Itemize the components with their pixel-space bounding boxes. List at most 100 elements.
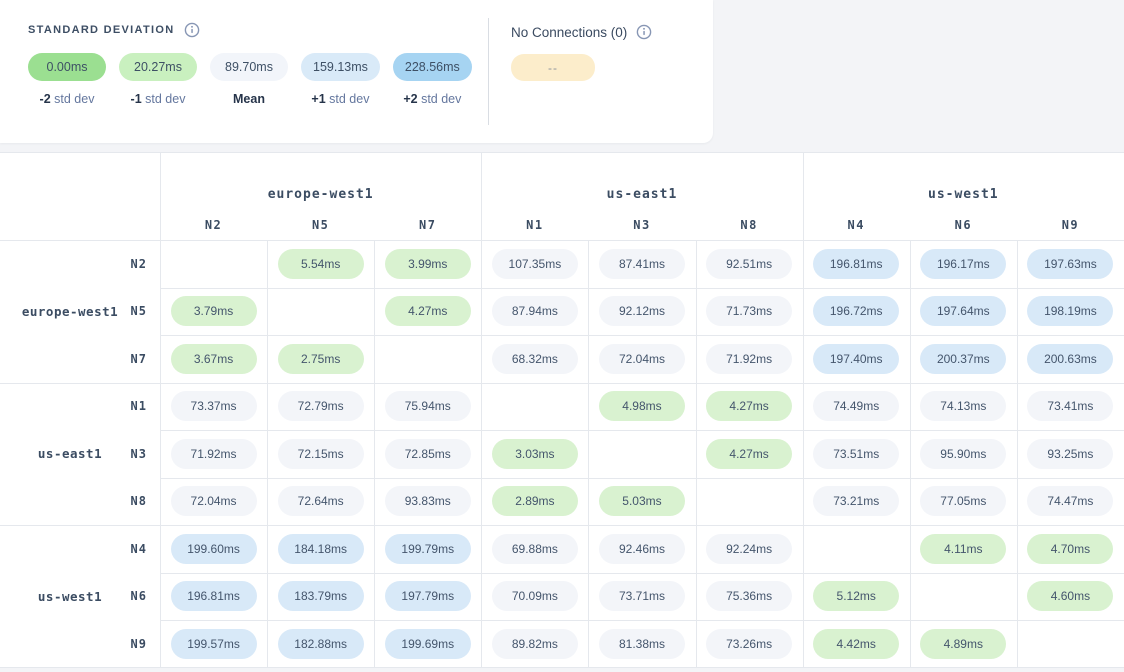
- latency-pill[interactable]: 197.63ms: [1027, 249, 1113, 279]
- latency-cell[interactable]: 93.25ms: [1017, 430, 1124, 478]
- latency-pill[interactable]: 200.63ms: [1027, 344, 1113, 374]
- latency-pill[interactable]: 199.69ms: [385, 629, 471, 659]
- latency-pill[interactable]: 5.03ms: [599, 486, 685, 516]
- latency-pill[interactable]: 89.82ms: [492, 629, 578, 659]
- latency-pill[interactable]: 107.35ms: [492, 249, 578, 279]
- latency-cell[interactable]: 74.13ms: [910, 383, 1017, 431]
- latency-cell[interactable]: 92.24ms: [696, 525, 803, 573]
- latency-cell[interactable]: 4.98ms: [588, 383, 695, 431]
- latency-pill[interactable]: 71.92ms: [171, 439, 257, 469]
- latency-cell[interactable]: 196.81ms: [803, 240, 910, 288]
- latency-pill[interactable]: 70.09ms: [492, 581, 578, 611]
- latency-pill[interactable]: 92.24ms: [706, 534, 792, 564]
- latency-cell[interactable]: 4.11ms: [910, 525, 1017, 573]
- latency-cell[interactable]: 4.42ms: [803, 620, 910, 668]
- latency-pill[interactable]: 73.37ms: [171, 391, 257, 421]
- latency-cell[interactable]: 3.79ms: [160, 288, 267, 336]
- latency-pill[interactable]: 199.57ms: [171, 629, 257, 659]
- latency-pill[interactable]: 95.90ms: [920, 439, 1006, 469]
- latency-pill[interactable]: 74.47ms: [1027, 486, 1113, 516]
- latency-pill[interactable]: 3.99ms: [385, 249, 471, 279]
- latency-pill[interactable]: 199.60ms: [171, 534, 257, 564]
- latency-cell[interactable]: 196.17ms: [910, 240, 1017, 288]
- latency-pill[interactable]: 73.71ms: [599, 581, 685, 611]
- latency-pill[interactable]: 196.81ms: [171, 581, 257, 611]
- latency-pill[interactable]: 4.60ms: [1027, 581, 1113, 611]
- latency-pill[interactable]: 71.92ms: [706, 344, 792, 374]
- latency-pill[interactable]: 182.88ms: [278, 629, 364, 659]
- latency-pill[interactable]: 73.21ms: [813, 486, 899, 516]
- latency-cell[interactable]: 92.51ms: [696, 240, 803, 288]
- latency-cell[interactable]: 72.85ms: [374, 430, 481, 478]
- latency-pill[interactable]: 183.79ms: [278, 581, 364, 611]
- latency-pill[interactable]: 75.36ms: [706, 581, 792, 611]
- latency-pill[interactable]: 197.64ms: [920, 296, 1006, 326]
- latency-pill[interactable]: 71.73ms: [706, 296, 792, 326]
- latency-cell[interactable]: 5.54ms: [267, 240, 374, 288]
- latency-cell[interactable]: 74.47ms: [1017, 478, 1124, 526]
- latency-pill[interactable]: 72.15ms: [278, 439, 364, 469]
- latency-pill[interactable]: 73.51ms: [813, 439, 899, 469]
- latency-pill[interactable]: 72.04ms: [599, 344, 685, 374]
- latency-cell[interactable]: 87.41ms: [588, 240, 695, 288]
- latency-cell[interactable]: 93.83ms: [374, 478, 481, 526]
- latency-cell[interactable]: 3.67ms: [160, 335, 267, 383]
- latency-cell[interactable]: 73.71ms: [588, 573, 695, 621]
- latency-pill[interactable]: 92.51ms: [706, 249, 792, 279]
- latency-pill[interactable]: 72.79ms: [278, 391, 364, 421]
- latency-cell[interactable]: 73.21ms: [803, 478, 910, 526]
- latency-pill[interactable]: 68.32ms: [492, 344, 578, 374]
- latency-cell[interactable]: 72.64ms: [267, 478, 374, 526]
- latency-cell[interactable]: 182.88ms: [267, 620, 374, 668]
- latency-cell[interactable]: 3.03ms: [481, 430, 588, 478]
- latency-cell[interactable]: 95.90ms: [910, 430, 1017, 478]
- latency-cell[interactable]: 4.89ms: [910, 620, 1017, 668]
- latency-pill[interactable]: 72.85ms: [385, 439, 471, 469]
- latency-cell[interactable]: 71.73ms: [696, 288, 803, 336]
- latency-pill[interactable]: 74.13ms: [920, 391, 1006, 421]
- latency-pill[interactable]: 4.89ms: [920, 629, 1006, 659]
- latency-cell[interactable]: 184.18ms: [267, 525, 374, 573]
- latency-pill[interactable]: 77.05ms: [920, 486, 1006, 516]
- latency-cell[interactable]: 199.57ms: [160, 620, 267, 668]
- latency-pill[interactable]: 73.41ms: [1027, 391, 1113, 421]
- latency-pill[interactable]: 2.89ms: [492, 486, 578, 516]
- latency-pill[interactable]: 2.75ms: [278, 344, 364, 374]
- latency-pill[interactable]: 92.46ms: [599, 534, 685, 564]
- latency-pill[interactable]: 4.27ms: [706, 391, 792, 421]
- latency-cell[interactable]: 69.88ms: [481, 525, 588, 573]
- latency-pill[interactable]: 4.42ms: [813, 629, 899, 659]
- latency-cell[interactable]: 198.19ms: [1017, 288, 1124, 336]
- latency-cell[interactable]: 92.46ms: [588, 525, 695, 573]
- latency-pill[interactable]: 200.37ms: [920, 344, 1006, 374]
- latency-cell[interactable]: 5.03ms: [588, 478, 695, 526]
- latency-cell[interactable]: 4.27ms: [696, 430, 803, 478]
- latency-cell[interactable]: 72.15ms: [267, 430, 374, 478]
- latency-cell[interactable]: 73.51ms: [803, 430, 910, 478]
- latency-cell[interactable]: 81.38ms: [588, 620, 695, 668]
- latency-pill[interactable]: 197.79ms: [385, 581, 471, 611]
- latency-pill[interactable]: 72.64ms: [278, 486, 364, 516]
- latency-cell[interactable]: 197.40ms: [803, 335, 910, 383]
- latency-pill[interactable]: 5.12ms: [813, 581, 899, 611]
- latency-pill[interactable]: 4.27ms: [385, 296, 471, 326]
- latency-cell[interactable]: 199.69ms: [374, 620, 481, 668]
- latency-pill[interactable]: 196.72ms: [813, 296, 899, 326]
- latency-pill[interactable]: 3.03ms: [492, 439, 578, 469]
- latency-cell[interactable]: 200.37ms: [910, 335, 1017, 383]
- latency-pill[interactable]: 74.49ms: [813, 391, 899, 421]
- latency-pill[interactable]: 199.79ms: [385, 534, 471, 564]
- latency-pill[interactable]: 184.18ms: [278, 534, 364, 564]
- latency-cell[interactable]: 87.94ms: [481, 288, 588, 336]
- latency-pill[interactable]: 4.98ms: [599, 391, 685, 421]
- latency-cell[interactable]: 2.89ms: [481, 478, 588, 526]
- latency-cell[interactable]: 200.63ms: [1017, 335, 1124, 383]
- latency-cell[interactable]: 73.26ms: [696, 620, 803, 668]
- info-icon[interactable]: [636, 24, 652, 40]
- info-icon[interactable]: [184, 22, 200, 38]
- latency-cell[interactable]: 197.63ms: [1017, 240, 1124, 288]
- latency-cell[interactable]: 73.41ms: [1017, 383, 1124, 431]
- latency-cell[interactable]: 4.60ms: [1017, 573, 1124, 621]
- latency-cell[interactable]: 75.36ms: [696, 573, 803, 621]
- latency-pill[interactable]: 196.81ms: [813, 249, 899, 279]
